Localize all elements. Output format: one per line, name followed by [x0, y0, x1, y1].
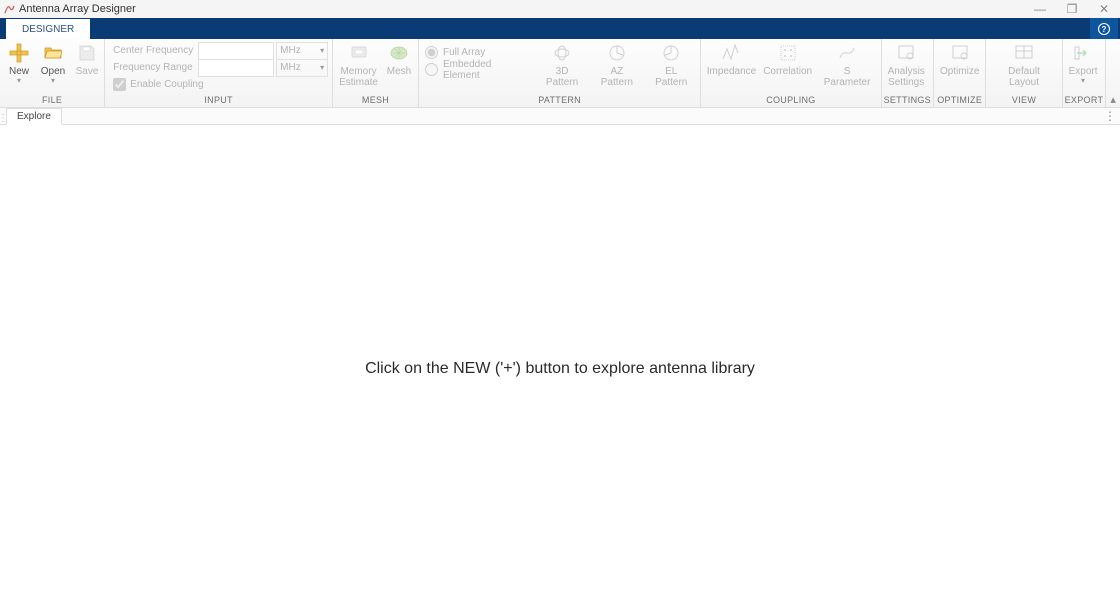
s-parameter-label: S Parameter: [820, 66, 875, 88]
frequency-range-unit-value: MHz: [280, 62, 301, 73]
maximize-button[interactable]: ❐: [1056, 0, 1088, 18]
3d-pattern-button[interactable]: 3D Pattern: [535, 40, 590, 88]
app-logo-icon: [3, 3, 15, 15]
center-frequency-unit-value: MHz: [280, 45, 301, 56]
export-caret-icon: ▾: [1081, 77, 1085, 85]
group-label-coupling: COUPLING: [703, 95, 878, 107]
default-layout-label: Default Layout: [992, 66, 1055, 88]
impedance-icon: [720, 42, 742, 64]
document-tab-bar: ⋮ Explore ⋮: [0, 108, 1120, 125]
export-button[interactable]: Export ▾: [1065, 40, 1102, 85]
memory-estimate-button[interactable]: Memory Estimate: [335, 40, 382, 88]
memory-estimate-label: Memory Estimate: [339, 66, 378, 88]
save-icon: [76, 42, 98, 64]
correlation-icon: [777, 42, 799, 64]
correlation-label: Correlation: [763, 66, 812, 77]
s-parameter-icon: [836, 42, 858, 64]
enable-coupling-checkbox[interactable]: [113, 78, 126, 91]
window-title: Antenna Array Designer: [19, 3, 136, 15]
group-label-export: EXPORT: [1065, 95, 1104, 107]
unit-caret-icon: ▾: [320, 47, 324, 55]
el-pattern-button[interactable]: EL Pattern: [644, 40, 698, 88]
center-frequency-input[interactable]: [198, 42, 274, 60]
center-frequency-label: Center Frequency: [113, 45, 198, 56]
group-label-pattern: PATTERN: [421, 95, 698, 107]
plus-icon: [8, 42, 30, 64]
center-frequency-unit-select[interactable]: MHz ▾: [276, 42, 328, 60]
svg-text:?: ?: [1102, 25, 1107, 34]
memory-estimate-icon: [348, 42, 370, 64]
mesh-label: Mesh: [387, 66, 411, 77]
frequency-range-input[interactable]: [198, 59, 274, 77]
az-pattern-button[interactable]: AZ Pattern: [589, 40, 644, 88]
optimize-button[interactable]: Optimize: [936, 40, 983, 77]
ribbon-toolbar: New ▾ Open ▾ Save FILE Ce: [0, 39, 1120, 108]
collapse-caret-icon: ▴: [1110, 93, 1116, 106]
default-layout-button[interactable]: Default Layout: [988, 40, 1059, 88]
group-label-input: INPUT: [107, 95, 330, 107]
analysis-settings-icon: [895, 42, 917, 64]
optimize-label: Optimize: [940, 66, 979, 77]
impedance-button[interactable]: Impedance: [703, 40, 759, 77]
group-label-settings: SETTINGS: [884, 95, 931, 107]
frequency-range-label: Frequency Range: [113, 62, 198, 73]
impedance-label: Impedance: [707, 66, 756, 77]
canvas-area: Click on the NEW ('+') button to explore…: [0, 125, 1120, 594]
tab-more-button[interactable]: ⋮: [1104, 108, 1116, 124]
3d-pattern-label: 3D Pattern: [539, 66, 586, 88]
analysis-settings-label: Analysis Settings: [888, 66, 925, 88]
save-button[interactable]: Save: [70, 40, 104, 77]
window-title-bar: Antenna Array Designer — ❐ ✕: [0, 0, 1120, 18]
full-array-label: Full Array: [443, 47, 485, 58]
open-caret-icon: ▾: [51, 77, 55, 85]
new-caret-icon: ▾: [17, 77, 21, 85]
tab-strip: DESIGNER ?: [0, 18, 1120, 39]
help-button[interactable]: ?: [1090, 18, 1118, 39]
canvas-empty-message: Click on the NEW ('+') button to explore…: [365, 360, 755, 378]
tab-explore[interactable]: Explore: [6, 108, 62, 125]
el-pattern-icon: [660, 42, 682, 64]
group-label-view: VIEW: [988, 95, 1059, 107]
minimize-button[interactable]: —: [1024, 0, 1056, 18]
3d-pattern-icon: [551, 42, 573, 64]
embedded-element-label: Embedded Element: [443, 59, 529, 81]
export-icon: [1072, 42, 1094, 64]
az-pattern-icon: [606, 42, 628, 64]
az-pattern-label: AZ Pattern: [593, 66, 640, 88]
layout-icon: [1013, 42, 1035, 64]
frequency-range-unit-select[interactable]: MHz ▾: [276, 59, 328, 77]
correlation-button[interactable]: Correlation: [760, 40, 816, 77]
close-button[interactable]: ✕: [1088, 0, 1120, 18]
enable-coupling-label: Enable Coupling: [130, 79, 203, 90]
s-parameter-button[interactable]: S Parameter: [816, 40, 879, 88]
tab-designer[interactable]: DESIGNER: [6, 19, 90, 39]
save-label: Save: [76, 66, 99, 77]
el-pattern-label: EL Pattern: [648, 66, 694, 88]
group-label-mesh: MESH: [335, 95, 416, 107]
folder-open-icon: [42, 42, 64, 64]
new-button[interactable]: New ▾: [2, 40, 36, 85]
mesh-button[interactable]: Mesh: [382, 40, 416, 77]
open-button[interactable]: Open ▾: [36, 40, 70, 85]
optimize-icon: [949, 42, 971, 64]
embedded-element-radio[interactable]: Embedded Element: [425, 61, 529, 78]
ribbon-collapse-button[interactable]: ▴: [1106, 39, 1120, 107]
unit-caret-icon-2: ▾: [320, 64, 324, 72]
analysis-settings-button[interactable]: Analysis Settings: [884, 40, 929, 88]
group-label-optimize: OPTIMIZE: [936, 95, 983, 107]
group-label-file: FILE: [2, 95, 102, 107]
mesh-icon: [388, 42, 410, 64]
